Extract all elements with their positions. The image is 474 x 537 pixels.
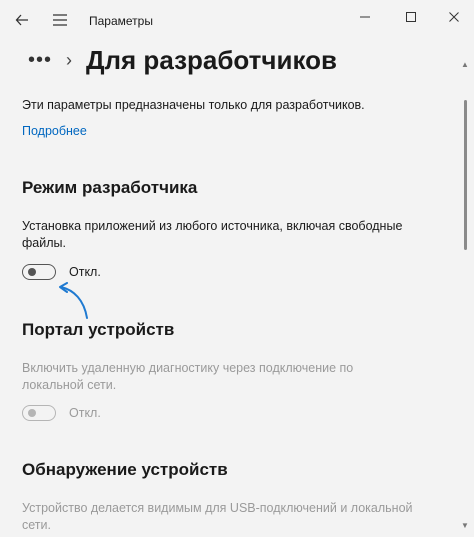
device-portal-title: Портал устройств [22, 320, 175, 339]
scrollbar[interactable]: ▲ ▼ [461, 60, 469, 530]
breadcrumb: ••• › Для разработчиков [28, 40, 337, 80]
device-discovery-description-line2: сети. [22, 518, 51, 532]
dev-mode-title: Режим разработчика [22, 178, 198, 197]
page-title: Для разработчиков [86, 44, 337, 75]
dev-mode-description-line1: Установка приложений из любого источника… [22, 219, 403, 233]
title-bar: Параметры [0, 0, 474, 40]
device-portal-toggle[interactable] [22, 405, 56, 421]
learn-more-link[interactable]: Подробнее [22, 124, 87, 138]
chevron-right-icon: › [66, 49, 72, 70]
back-button[interactable] [8, 6, 36, 34]
toggle-knob [28, 268, 36, 276]
hamburger-menu-icon [53, 14, 67, 26]
minimize-icon [360, 16, 370, 18]
device-portal-toggle-state: Откл. [69, 406, 101, 420]
minimize-button[interactable] [345, 4, 385, 30]
scroll-up-icon[interactable]: ▲ [461, 60, 469, 69]
device-discovery-title: Обнаружение устройств [22, 460, 228, 479]
maximize-button[interactable] [391, 4, 431, 30]
window-title: Параметры [89, 14, 153, 28]
breadcrumb-more-button[interactable]: ••• [28, 49, 54, 72]
device-discovery-description-line1: Устройство делается видимым для USB-подк… [22, 501, 413, 515]
close-icon [449, 12, 459, 22]
menu-button[interactable] [46, 6, 74, 34]
intro-description: Эти параметры предназначены только для р… [22, 98, 365, 112]
dev-mode-description: Установка приложений из любого источника… [22, 218, 422, 252]
device-discovery-description: Устройство делается видимым для USB-подк… [22, 500, 422, 534]
device-portal-description: Включить удаленную диагностику через под… [22, 360, 422, 394]
annotation-arrow-icon [59, 282, 88, 319]
toggle-knob [28, 409, 36, 417]
device-portal-description-line1: Включить удаленную диагностику через под… [22, 361, 354, 375]
dev-mode-toggle-state: Откл. [69, 265, 101, 279]
dev-mode-toggle[interactable] [22, 264, 56, 280]
device-portal-description-line2: локальной сети. [22, 378, 117, 392]
scrollbar-thumb[interactable] [464, 100, 467, 250]
back-arrow-icon [15, 14, 28, 26]
close-button[interactable] [434, 4, 474, 30]
scroll-down-icon[interactable]: ▼ [461, 521, 469, 530]
maximize-icon [406, 12, 416, 22]
dev-mode-description-line2: файлы. [22, 236, 66, 250]
